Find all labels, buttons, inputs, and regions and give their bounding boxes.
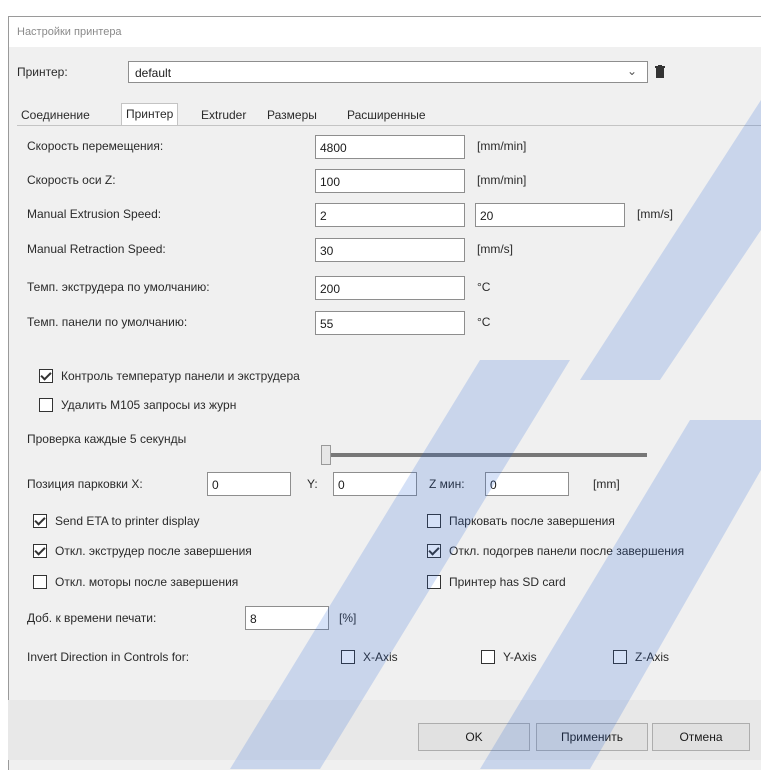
invert-y-checkbox[interactable] [481, 650, 495, 664]
park-unit: [mm] [593, 477, 620, 491]
travel-speed-unit: [mm/min] [477, 139, 527, 153]
travel-speed-label: Скорость перемещения: [27, 139, 164, 153]
tab-connection[interactable]: Соединение [17, 105, 94, 125]
manual-retraction-label: Manual Retraction Speed: [27, 242, 166, 256]
tab-printer[interactable]: Принтер [121, 103, 179, 126]
cancel-button[interactable]: Отмена [652, 723, 750, 751]
extruder-temp-input[interactable]: 200 [315, 276, 465, 300]
print-time-label: Доб. к времени печати: [27, 611, 157, 625]
window-title: Настройки принтера [17, 26, 122, 38]
check-interval-track[interactable] [327, 453, 647, 457]
manual-extrusion-label: Manual Extrusion Speed: [27, 207, 162, 221]
bed-temp-label: Темп. панели по умолчанию: [27, 315, 188, 329]
invert-label: Invert Direction in Controls for: [27, 650, 190, 664]
invert-z-checkbox[interactable] [613, 650, 627, 664]
send-eta-label: Send ETA to printer display [55, 514, 200, 528]
invert-x-label: X-Axis [363, 650, 398, 664]
z-speed-input[interactable]: 100 [315, 169, 465, 193]
check-interval-label: Проверка каждые 5 секунды [27, 432, 187, 446]
print-time-input[interactable]: 8 [245, 606, 329, 630]
tab-extruder[interactable]: Extruder [197, 105, 250, 125]
settings-window: Настройки принтера Принтер: default ⌄ Со… [8, 16, 761, 770]
trash-icon[interactable] [655, 65, 665, 79]
disable-extruder-checkbox[interactable] [33, 544, 47, 558]
park-after-label: Парковать после завершения [449, 514, 615, 528]
tab-dimensions[interactable]: Размеры [263, 105, 321, 125]
park-zmin-input[interactable]: 0 [485, 472, 569, 496]
z-speed-unit: [mm/min] [477, 173, 527, 187]
invert-y-label: Y-Axis [503, 650, 537, 664]
apply-button[interactable]: Применить [536, 723, 648, 751]
printer-select[interactable]: default ⌄ [128, 61, 648, 83]
send-eta-checkbox[interactable] [33, 514, 47, 528]
print-time-unit: [%] [339, 611, 357, 625]
disable-heatbed-label: Откл. подогрев панели после завершения [449, 544, 685, 558]
remove-m105-label: Удалить M105 запросы из журн [61, 398, 237, 412]
manual-extrusion-input-2[interactable]: 20 [475, 203, 625, 227]
park-x-input[interactable]: 0 [207, 472, 291, 496]
disable-motors-label: Откл. моторы после завершения [55, 575, 239, 589]
disable-heatbed-checkbox[interactable] [427, 544, 441, 558]
invert-z-label: Z-Axis [635, 650, 669, 664]
disable-extruder-label: Откл. экструдер после завершения [55, 544, 252, 558]
manual-extrusion-unit: [mm/s] [637, 207, 673, 221]
check-interval-thumb[interactable] [321, 445, 331, 465]
temp-control-checkbox[interactable] [39, 369, 53, 383]
remove-m105-checkbox[interactable] [39, 398, 53, 412]
printer-sd-checkbox[interactable] [427, 575, 441, 589]
invert-x-checkbox[interactable] [341, 650, 355, 664]
tab-divider [17, 125, 761, 126]
park-y-input[interactable]: 0 [333, 472, 417, 496]
title-bar: Настройки принтера [9, 17, 761, 47]
manual-retraction-unit: [mm/s] [477, 242, 513, 256]
printer-select-value: default [135, 66, 172, 80]
park-y-label: Y: [307, 477, 318, 491]
park-zmin-label: Z мин: [429, 477, 465, 491]
z-speed-label: Скорость оси Z: [27, 173, 116, 187]
manual-retraction-input[interactable]: 30 [315, 238, 465, 262]
disable-motors-checkbox[interactable] [33, 575, 47, 589]
bed-temp-input[interactable]: 55 [315, 311, 465, 335]
printer-label: Принтер: [17, 65, 68, 79]
printer-sd-label: Принтер has SD card [449, 575, 566, 589]
tab-advanced[interactable]: Расширенные [343, 105, 430, 125]
travel-speed-input[interactable]: 4800 [315, 135, 465, 159]
extruder-temp-unit: °C [477, 280, 491, 294]
chevron-down-icon: ⌄ [626, 64, 637, 78]
dialog-button-bar [8, 700, 761, 760]
ok-button[interactable]: OK [418, 723, 530, 751]
bed-temp-unit: °C [477, 315, 491, 329]
manual-extrusion-input[interactable]: 2 [315, 203, 465, 227]
temp-control-label: Контроль температур панели и экструдера [61, 369, 300, 383]
extruder-temp-label: Темп. экструдера по умолчанию: [27, 280, 210, 294]
park-x-label: Позиция парковки X: [27, 477, 143, 491]
park-after-checkbox[interactable] [427, 514, 441, 528]
